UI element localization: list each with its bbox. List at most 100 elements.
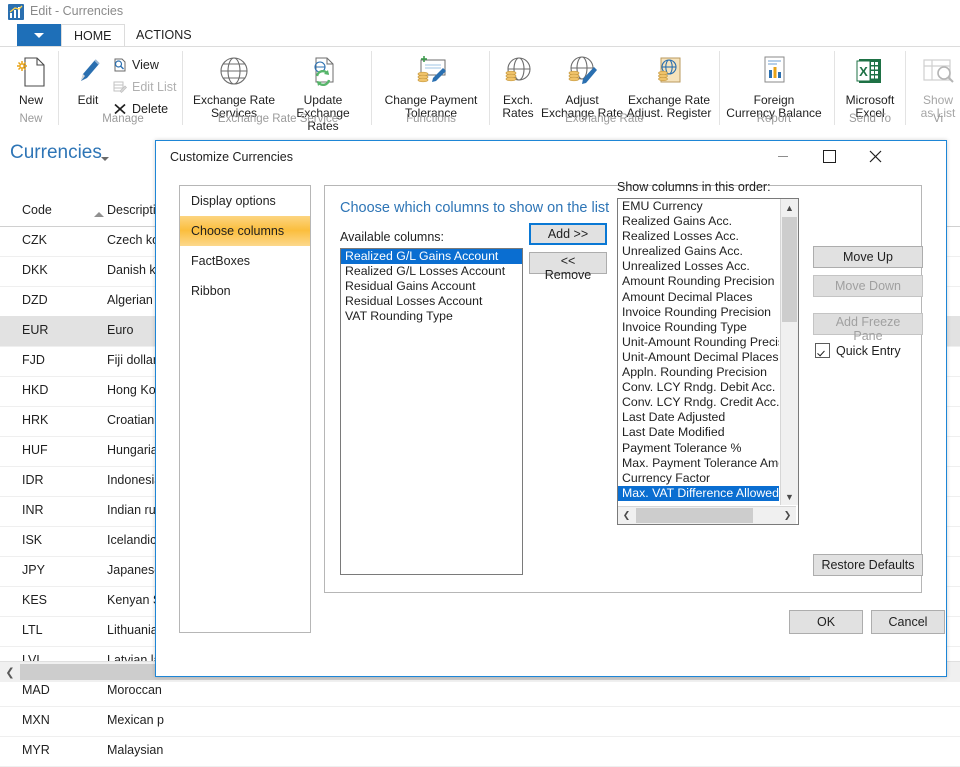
cell-code: FJD: [22, 353, 45, 367]
list-item[interactable]: Conv. LCY Rndg. Debit Acc.: [618, 380, 779, 395]
list-item[interactable]: Last Date Adjusted: [618, 410, 779, 425]
ribbon-group-new-label: New: [19, 113, 43, 125]
list-item[interactable]: Realized G/L Losses Account: [341, 264, 522, 279]
list-item[interactable]: Invoice Rounding Type: [618, 320, 779, 335]
ribbon-button-foreign-currency-balance[interactable]: Foreign Currency Balance: [724, 51, 824, 120]
list-item[interactable]: Realized Gains Acc.: [618, 214, 779, 229]
ribbon-button-edit[interactable]: Edit: [68, 51, 108, 107]
list-item[interactable]: Amount Decimal Places: [618, 290, 779, 305]
cell-description: Mexican p: [107, 713, 164, 727]
cancel-button[interactable]: Cancel: [871, 610, 945, 634]
list-item[interactable]: Residual Losses Account: [341, 294, 522, 309]
list-item[interactable]: Realized Losses Acc.: [618, 229, 779, 244]
ribbon-button-view[interactable]: View: [113, 55, 159, 75]
ribbon-button-exchange-rate-adjust-register[interactable]: Exchange Rate Adjust. Register: [623, 51, 715, 120]
scroll-left-icon[interactable]: ❮: [618, 507, 635, 524]
cell-code: HRK: [22, 413, 49, 427]
restore-defaults-button[interactable]: Restore Defaults: [813, 554, 923, 576]
ribbon-divider: [905, 51, 906, 125]
cell-code: HKD: [22, 383, 49, 397]
list-item[interactable]: Amount Rounding Precision: [618, 274, 779, 289]
shown-columns-listbox[interactable]: EMU Currency Realized Gains Acc. Realized …: [617, 198, 799, 525]
application-window: Edit - Currencies HOME ACTIONS New New E…: [0, 0, 960, 767]
ok-button[interactable]: OK: [789, 610, 863, 634]
tab-home[interactable]: HOME: [61, 24, 125, 47]
ribbon-button-show-as-list: Show as List: [910, 51, 960, 120]
dialog-sidebar: Display options Choose columns FactBoxes Ri…: [179, 185, 311, 633]
shown-columns-label: Show columns in this order:: [617, 180, 771, 194]
list-item[interactable]: Last Date Modified: [618, 425, 779, 440]
ribbon-group-view-label: Vi: [932, 113, 944, 125]
list-item[interactable]: Unrealized Losses Acc.: [618, 259, 779, 274]
remove-button[interactable]: << Remove: [529, 252, 607, 282]
list-item[interactable]: VAT Rounding Type: [341, 309, 522, 324]
scroll-down-icon[interactable]: ▼: [781, 488, 798, 505]
move-up-button[interactable]: Move Up: [813, 246, 923, 268]
exchange-rates-icon: [494, 51, 542, 91]
ribbon-button-exchange-rate-services[interactable]: Exchange Rate Services: [190, 51, 278, 120]
list-item[interactable]: Unit-Amount Rounding Precis: [618, 335, 779, 350]
shown-columns-horizontal-scrollbar[interactable]: ❮ ❯: [618, 506, 796, 524]
close-button[interactable]: [852, 141, 898, 171]
list-item[interactable]: Max. VAT Difference Allowed: [618, 485, 779, 501]
ribbon-divider: [834, 51, 835, 125]
add-button[interactable]: Add >>: [529, 223, 607, 245]
list-item[interactable]: Unit-Amount Decimal Places: [618, 350, 779, 365]
scroll-right-icon[interactable]: ❯: [779, 507, 796, 524]
ribbon-button-microsoft-excel[interactable]: X Microsoft Excel: [840, 51, 900, 120]
close-icon: [869, 150, 881, 162]
cell-code: KES: [22, 593, 48, 607]
vertical-scrollbar-thumb[interactable]: [782, 217, 797, 322]
ribbon-button-change-payment-tolerance[interactable]: Change Payment Tolerance: [378, 51, 484, 120]
sidebar-item-factboxes[interactable]: FactBoxes: [180, 246, 310, 276]
list-item[interactable]: Residual Gains Account: [341, 279, 522, 294]
cell-code: JPY: [22, 563, 45, 577]
list-item[interactable]: Currency Factor: [618, 471, 779, 486]
cell-code: MXN: [22, 713, 50, 727]
quick-entry-checkbox[interactable]: [815, 343, 830, 358]
list-item[interactable]: EMU Currency: [618, 199, 779, 214]
ribbon-button-exch-rates[interactable]: Exch. Rates: [494, 51, 542, 120]
scroll-up-icon[interactable]: ▲: [781, 199, 798, 216]
chart-app-icon: [8, 4, 24, 20]
shown-columns-vertical-scrollbar[interactable]: ▲ ▼: [780, 199, 798, 505]
ribbon-group-manage-label: Manage: [102, 113, 144, 125]
list-item[interactable]: Payment Tolerance %: [618, 441, 779, 456]
list-item[interactable]: Conv. LCY Rndg. Credit Acc.: [618, 395, 779, 410]
column-header-code[interactable]: Code: [22, 203, 52, 217]
table-row[interactable]: MYR Malaysian: [0, 736, 960, 767]
dialog-title: Customize Currencies: [170, 150, 293, 164]
quick-entry-checkbox-row[interactable]: Quick Entry: [815, 343, 901, 358]
tab-actions[interactable]: ACTIONS: [124, 24, 204, 46]
window-title: Edit - Currencies: [30, 4, 124, 18]
payment-tolerance-icon: [378, 51, 484, 91]
list-item[interactable]: Max. Payment Tolerance Amo: [618, 456, 779, 471]
ribbon-button-adjust-exchange-rate[interactable]: Adjust Exchange Rate: [540, 51, 624, 120]
minimize-button[interactable]: [760, 141, 806, 171]
horizontal-scrollbar-thumb[interactable]: [636, 508, 753, 523]
ribbon-group-send-to-label: Send To: [849, 113, 891, 125]
available-columns-listbox[interactable]: Realized G/L Gains Account Realized G/L L…: [340, 248, 523, 575]
ribbon-button-new[interactable]: New: [10, 51, 52, 107]
sidebar-item-ribbon[interactable]: Ribbon: [180, 276, 310, 306]
cell-code: MYR: [22, 743, 50, 757]
sidebar-item-choose-columns[interactable]: Choose columns: [180, 216, 310, 246]
page-title-dropdown-icon[interactable]: [101, 157, 109, 161]
shown-columns-items: EMU Currency Realized Gains Acc. Realized …: [618, 199, 779, 505]
sidebar-item-display-options[interactable]: Display options: [180, 186, 310, 216]
panel-heading: Choose which columns to show on the list: [340, 200, 610, 216]
table-row[interactable]: MXN Mexican p: [0, 706, 960, 737]
scroll-left-icon[interactable]: ❮: [2, 664, 18, 680]
view-icon: [114, 58, 126, 72]
move-down-button: Move Down: [813, 275, 923, 297]
list-item[interactable]: Invoice Rounding Precision: [618, 305, 779, 320]
globe-icon: [190, 51, 278, 91]
list-item[interactable]: Appln. Rounding Precision: [618, 365, 779, 380]
ribbon-button-new-label: New: [18, 93, 43, 107]
dialog-body: Display options Choose columns FactBoxes Ri…: [156, 173, 945, 675]
maximize-button[interactable]: [806, 141, 852, 171]
list-item[interactable]: Unrealized Gains Acc.: [618, 244, 779, 259]
list-item[interactable]: Realized G/L Gains Account: [341, 249, 522, 265]
update-rates-icon: [280, 51, 366, 91]
file-menu-button[interactable]: [17, 24, 61, 46]
